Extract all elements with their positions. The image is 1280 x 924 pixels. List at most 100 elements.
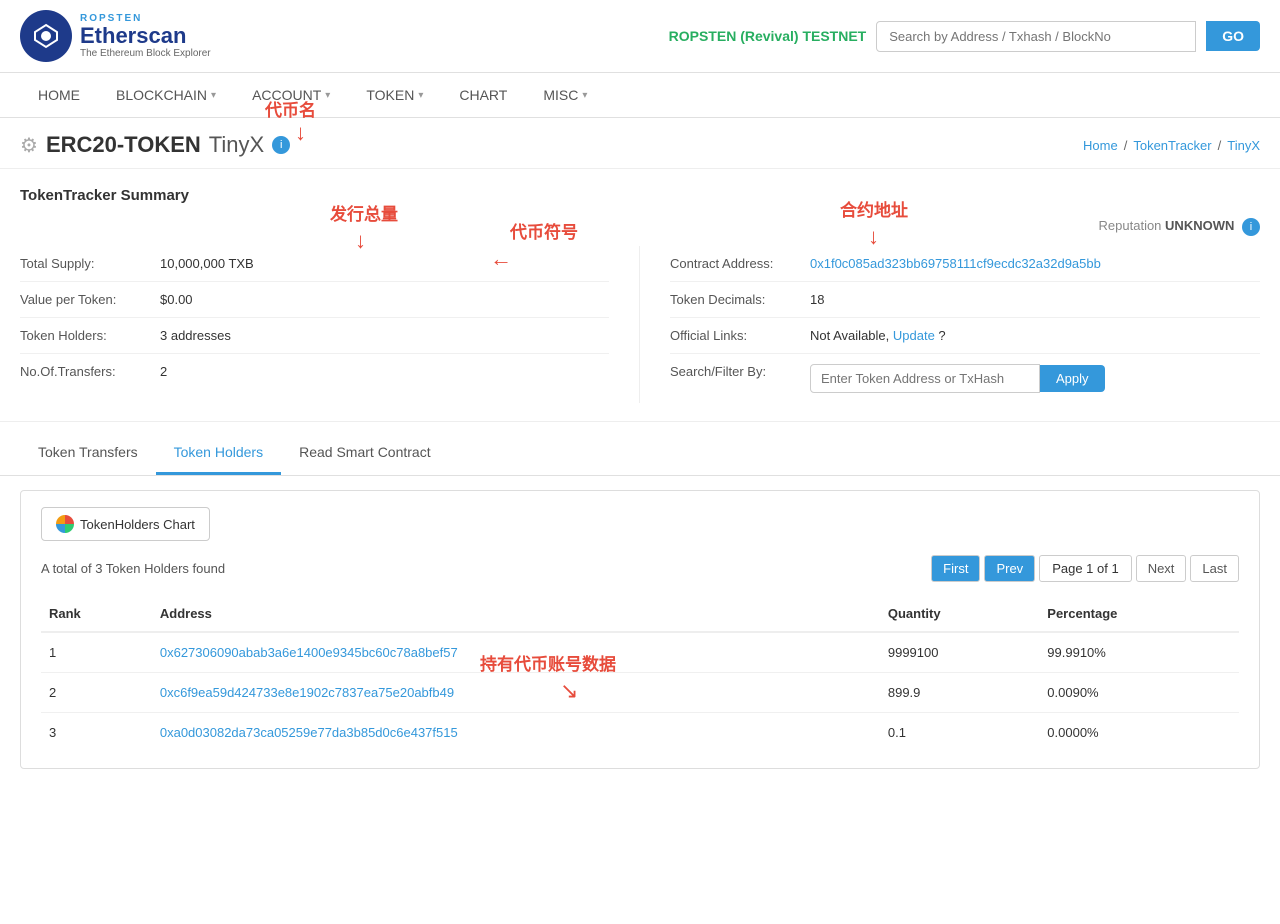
filter-input[interactable] [810,364,1040,393]
holders-table: Rank Address Quantity Percentage 1 0x627… [41,596,1239,752]
token-holders-value: 3 addresses [160,328,231,343]
token-holders-row: Token Holders: 3 addresses [20,318,609,354]
rank-cell: 2 [41,673,152,713]
token-decimals-value: 18 [810,292,824,307]
address-link[interactable]: 0xa0d03082da73ca05259e77da3b85d0c6e437f5… [160,725,458,740]
tab-read-smart-contract[interactable]: Read Smart Contract [281,432,449,475]
nav-blockchain[interactable]: BLOCKCHAIN ▾ [98,73,234,117]
total-supply-label: Total Supply: [20,256,160,271]
summary-grid: Total Supply: 10,000,000 TXB Value per T… [20,246,1260,403]
token-holders-chart-button[interactable]: TokenHolders Chart [41,507,210,541]
token-holders-label: Token Holders: [20,328,160,343]
page-header: ⚙ ERC20-TOKEN TinyX i Home / TokenTracke… [0,118,1280,169]
table-row: 1 0x627306090abab3a6e1400e9345bc60c78a8b… [41,632,1239,673]
info-icon[interactable]: i [272,136,290,154]
last-page-button[interactable]: Last [1190,555,1239,582]
tabs: Token Transfers Token Holders Read Smart… [0,432,1280,476]
token-icon: ⚙ [20,133,38,158]
search-button[interactable]: GO [1206,21,1260,51]
search-filter-label: Search/Filter By: [670,364,810,379]
reputation-value: UNKNOWN [1165,218,1234,233]
address-header: Address [152,596,880,632]
header-right: ROPSTEN (Revival) TESTNET GO [669,21,1260,52]
token-name: TinyX [209,132,264,158]
quantity-cell: 899.9 [880,673,1039,713]
main-nav: HOME BLOCKCHAIN ▾ ACCOUNT ▾ TOKEN ▾ CHAR… [0,73,1280,118]
percentage-cell: 0.0090% [1039,673,1239,713]
address-cell: 0xc6f9ea59d424733e8e1902c7837ea75e20abfb… [152,673,880,713]
reputation-label: Reputation [1099,218,1162,233]
address-cell: 0xa0d03082da73ca05259e77da3b85d0c6e437f5… [152,713,880,753]
total-holders-text: A total of 3 Token Holders found [41,561,225,576]
total-supply-value: 10,000,000 TXB [160,256,254,271]
logo-icon [20,10,72,62]
page-indicator: Page 1 of 1 [1039,555,1132,582]
quantity-header: Quantity [880,596,1039,632]
percentage-cell: 0.0000% [1039,713,1239,753]
official-links-label: Official Links: [670,328,810,343]
token-decimals-label: Token Decimals: [670,292,810,307]
contract-address-link[interactable]: 0x1f0c085ad323bb69758111cf9ecdc32a32d9a5… [810,256,1101,271]
search-filter-row: Search/Filter By: Apply [670,354,1260,403]
chevron-down-icon: ▾ [211,90,216,101]
brand-name: Etherscan [80,24,211,48]
table-body: 1 0x627306090abab3a6e1400e9345bc60c78a8b… [41,632,1239,752]
reputation-info-icon[interactable]: i [1242,218,1260,236]
nav-chart[interactable]: CHART [441,73,525,117]
value-per-token-value: $0.00 [160,292,193,307]
header: ROPSTEN Etherscan The Ethereum Block Exp… [0,0,1280,73]
breadcrumb-tracker[interactable]: TokenTracker [1133,138,1211,153]
official-links-suffix: ? [935,328,946,343]
official-links-row: Official Links: Not Available, Update ? [670,318,1260,354]
breadcrumb: Home / TokenTracker / TinyX [1083,138,1260,153]
breadcrumb-home[interactable]: Home [1083,138,1118,153]
chevron-down-icon: ▾ [325,90,330,101]
first-page-button[interactable]: First [931,555,980,582]
logo-text: ROPSTEN Etherscan The Ethereum Block Exp… [80,13,211,59]
next-page-button[interactable]: Next [1136,555,1187,582]
percentage-cell: 99.9910% [1039,632,1239,673]
address-link[interactable]: 0x627306090abab3a6e1400e9345bc60c78a8bef… [160,645,458,660]
address-link[interactable]: 0xc6f9ea59d424733e8e1902c7837ea75e20abfb… [160,685,454,700]
nav-token[interactable]: TOKEN ▾ [348,73,441,117]
nav-home[interactable]: HOME [20,73,98,117]
nav-account[interactable]: ACCOUNT ▾ [234,73,348,117]
contract-address-row: Contract Address: 0x1f0c085ad323bb697581… [670,246,1260,282]
total-supply-row: Total Supply: 10,000,000 TXB [20,246,609,282]
official-links-prefix: Not Available, [810,328,893,343]
transfers-row: No.Of.Transfers: 2 [20,354,609,389]
summary-left: Total Supply: 10,000,000 TXB Value per T… [20,246,640,403]
update-link[interactable]: Update [893,328,935,343]
transfers-value: 2 [160,364,167,379]
tab-token-transfers[interactable]: Token Transfers [20,432,156,475]
logo-area: ROPSTEN Etherscan The Ethereum Block Exp… [20,10,211,62]
chevron-down-icon: ▾ [582,90,587,101]
breadcrumb-sep2: / [1218,138,1222,153]
summary-title: TokenTracker Summary [20,187,1260,204]
transfers-label: No.Of.Transfers: [20,364,160,379]
tab-token-holders[interactable]: Token Holders [156,432,282,475]
value-per-token-row: Value per Token: $0.00 [20,282,609,318]
page-title-area: ⚙ ERC20-TOKEN TinyX i [20,132,290,158]
address-cell: 0x627306090abab3a6e1400e9345bc60c78a8bef… [152,632,880,673]
percentage-header: Percentage [1039,596,1239,632]
search-input[interactable] [876,21,1196,52]
nav-misc[interactable]: MISC ▾ [525,73,605,117]
pagination: First Prev Page 1 of 1 Next Last [931,555,1239,582]
quantity-cell: 0.1 [880,713,1039,753]
prev-page-button[interactable]: Prev [984,555,1035,582]
table-section: TokenHolders Chart A total of 3 Token Ho… [20,490,1260,769]
quantity-cell: 9999100 [880,632,1039,673]
token-standard: ERC20-TOKEN [46,132,201,158]
value-per-token-label: Value per Token: [20,292,160,307]
breadcrumb-current[interactable]: TinyX [1227,138,1260,153]
totals-bar: A total of 3 Token Holders found First P… [41,555,1239,582]
table-header-row: Rank Address Quantity Percentage [41,596,1239,632]
breadcrumb-sep: / [1124,138,1128,153]
rank-cell: 1 [41,632,152,673]
table-row: 3 0xa0d03082da73ca05259e77da3b85d0c6e437… [41,713,1239,753]
apply-button[interactable]: Apply [1040,365,1105,392]
chevron-down-icon: ▾ [418,90,423,101]
summary-section: TokenTracker Summary Reputation UNKNOWN … [0,169,1280,422]
contract-address-label: Contract Address: [670,256,810,271]
